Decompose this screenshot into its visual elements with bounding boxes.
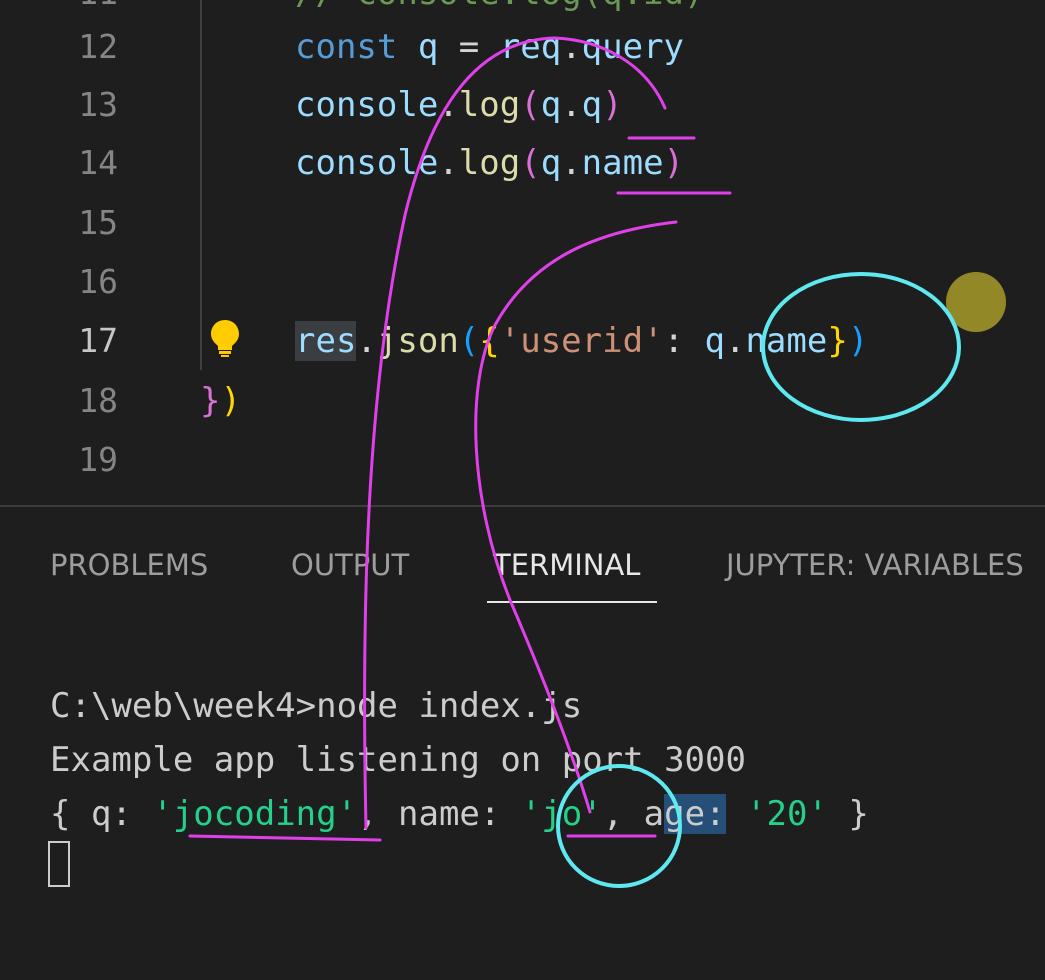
- code-line-14[interactable]: 14 console.log(q.name): [0, 134, 1045, 192]
- obj-close: }: [827, 794, 869, 834]
- dot: .: [561, 143, 582, 183]
- value-q: 'jocoding': [152, 794, 358, 834]
- paren-close: ): [847, 321, 869, 361]
- terminal-cursor: [48, 841, 70, 887]
- dot: .: [561, 27, 582, 67]
- code-text: const q = req.query: [295, 18, 684, 76]
- function-log: log: [458, 85, 521, 125]
- dot: .: [438, 143, 459, 183]
- line-number: 14: [78, 143, 118, 182]
- code-text: console.log(q.q): [295, 76, 623, 134]
- dot: .: [561, 85, 582, 125]
- arg-q: q: [540, 85, 562, 125]
- line-number: 15: [78, 203, 118, 242]
- terminal-object-line: { q: 'jocoding', name: 'jo', age: '20' }: [50, 787, 869, 841]
- object-console: console: [295, 143, 439, 183]
- line-number: 17: [78, 321, 118, 360]
- terminal-output-line: Example app listening on port 3000: [50, 740, 746, 780]
- paren-open: (: [520, 143, 541, 183]
- terminal-prompt-line: C:\web\week4>node index.js: [50, 686, 583, 726]
- paren-close: ): [220, 381, 241, 421]
- function-json: json: [376, 321, 459, 361]
- brace-open: {: [479, 321, 500, 361]
- function-log: log: [458, 143, 521, 183]
- brace-close: }: [200, 381, 221, 421]
- property-query: query: [581, 27, 685, 67]
- tab-jupyter-variables[interactable]: JUPYTER: VARIABLES: [726, 545, 1024, 585]
- active-tab-indicator: [487, 601, 657, 603]
- arg-prop-name: name: [581, 143, 664, 183]
- code-line-17[interactable]: 17 res.json({'userid': q.name}): [0, 312, 1045, 370]
- code-line-16[interactable]: 16: [0, 253, 1045, 311]
- code-editor[interactable]: 11 // console.log(q.id) 12 const q = req…: [0, 0, 1045, 505]
- line-number: 18: [78, 381, 118, 420]
- key-age-start: , a: [602, 794, 665, 834]
- lightbulb-icon[interactable]: [208, 318, 242, 358]
- dot: .: [438, 85, 459, 125]
- object-res: res: [295, 321, 357, 361]
- arg-q: q: [540, 143, 562, 183]
- line-number: 13: [78, 85, 118, 124]
- code-text: console.log(q.name): [295, 134, 684, 192]
- line-number: 19: [78, 440, 118, 479]
- tab-terminal[interactable]: TERMINAL: [493, 545, 640, 585]
- code-line-18[interactable]: 18 }): [0, 372, 1045, 430]
- dot: .: [724, 321, 746, 361]
- line-number: 12: [78, 27, 118, 66]
- code-line-13[interactable]: 13 console.log(q.q): [0, 76, 1045, 134]
- code-text: res.json({'userid': q.name}): [295, 312, 868, 370]
- arg-prop-name: name: [745, 321, 828, 361]
- variable-q: q: [417, 27, 439, 67]
- colon: :: [663, 321, 705, 361]
- object-req: req: [499, 27, 562, 67]
- paren-open: (: [458, 321, 480, 361]
- key-age-selected: ge:: [664, 794, 726, 834]
- value-name: 'jo': [520, 794, 603, 834]
- bottom-panel: PROBLEMS OUTPUT TERMINAL JUPYTER: VARIAB…: [0, 507, 1045, 980]
- tab-problems[interactable]: PROBLEMS: [50, 545, 208, 585]
- code-line-12[interactable]: 12 const q = req.query: [0, 18, 1045, 76]
- key-name: , name:: [357, 794, 521, 834]
- object-console: console: [295, 85, 439, 125]
- code-text: }): [200, 372, 241, 430]
- paren-close: ): [602, 85, 623, 125]
- tab-output[interactable]: OUTPUT: [291, 545, 409, 585]
- value-age: '20': [746, 794, 828, 834]
- code-line-15[interactable]: 15: [0, 194, 1045, 252]
- arg-q: q: [704, 321, 725, 361]
- paren-open: (: [520, 85, 541, 125]
- cursor-highlight-dot: [946, 272, 1006, 332]
- obj-open: { q:: [50, 794, 153, 834]
- line-number: 16: [78, 262, 118, 301]
- operator: =: [438, 27, 500, 67]
- brace-close: }: [827, 321, 848, 361]
- string-userid: 'userid': [499, 321, 664, 361]
- code-line-19[interactable]: 19: [0, 431, 1045, 489]
- arg-prop-q: q: [581, 85, 603, 125]
- keyword-const: const: [295, 27, 398, 67]
- dot: .: [356, 321, 377, 361]
- paren-close: ): [663, 143, 685, 183]
